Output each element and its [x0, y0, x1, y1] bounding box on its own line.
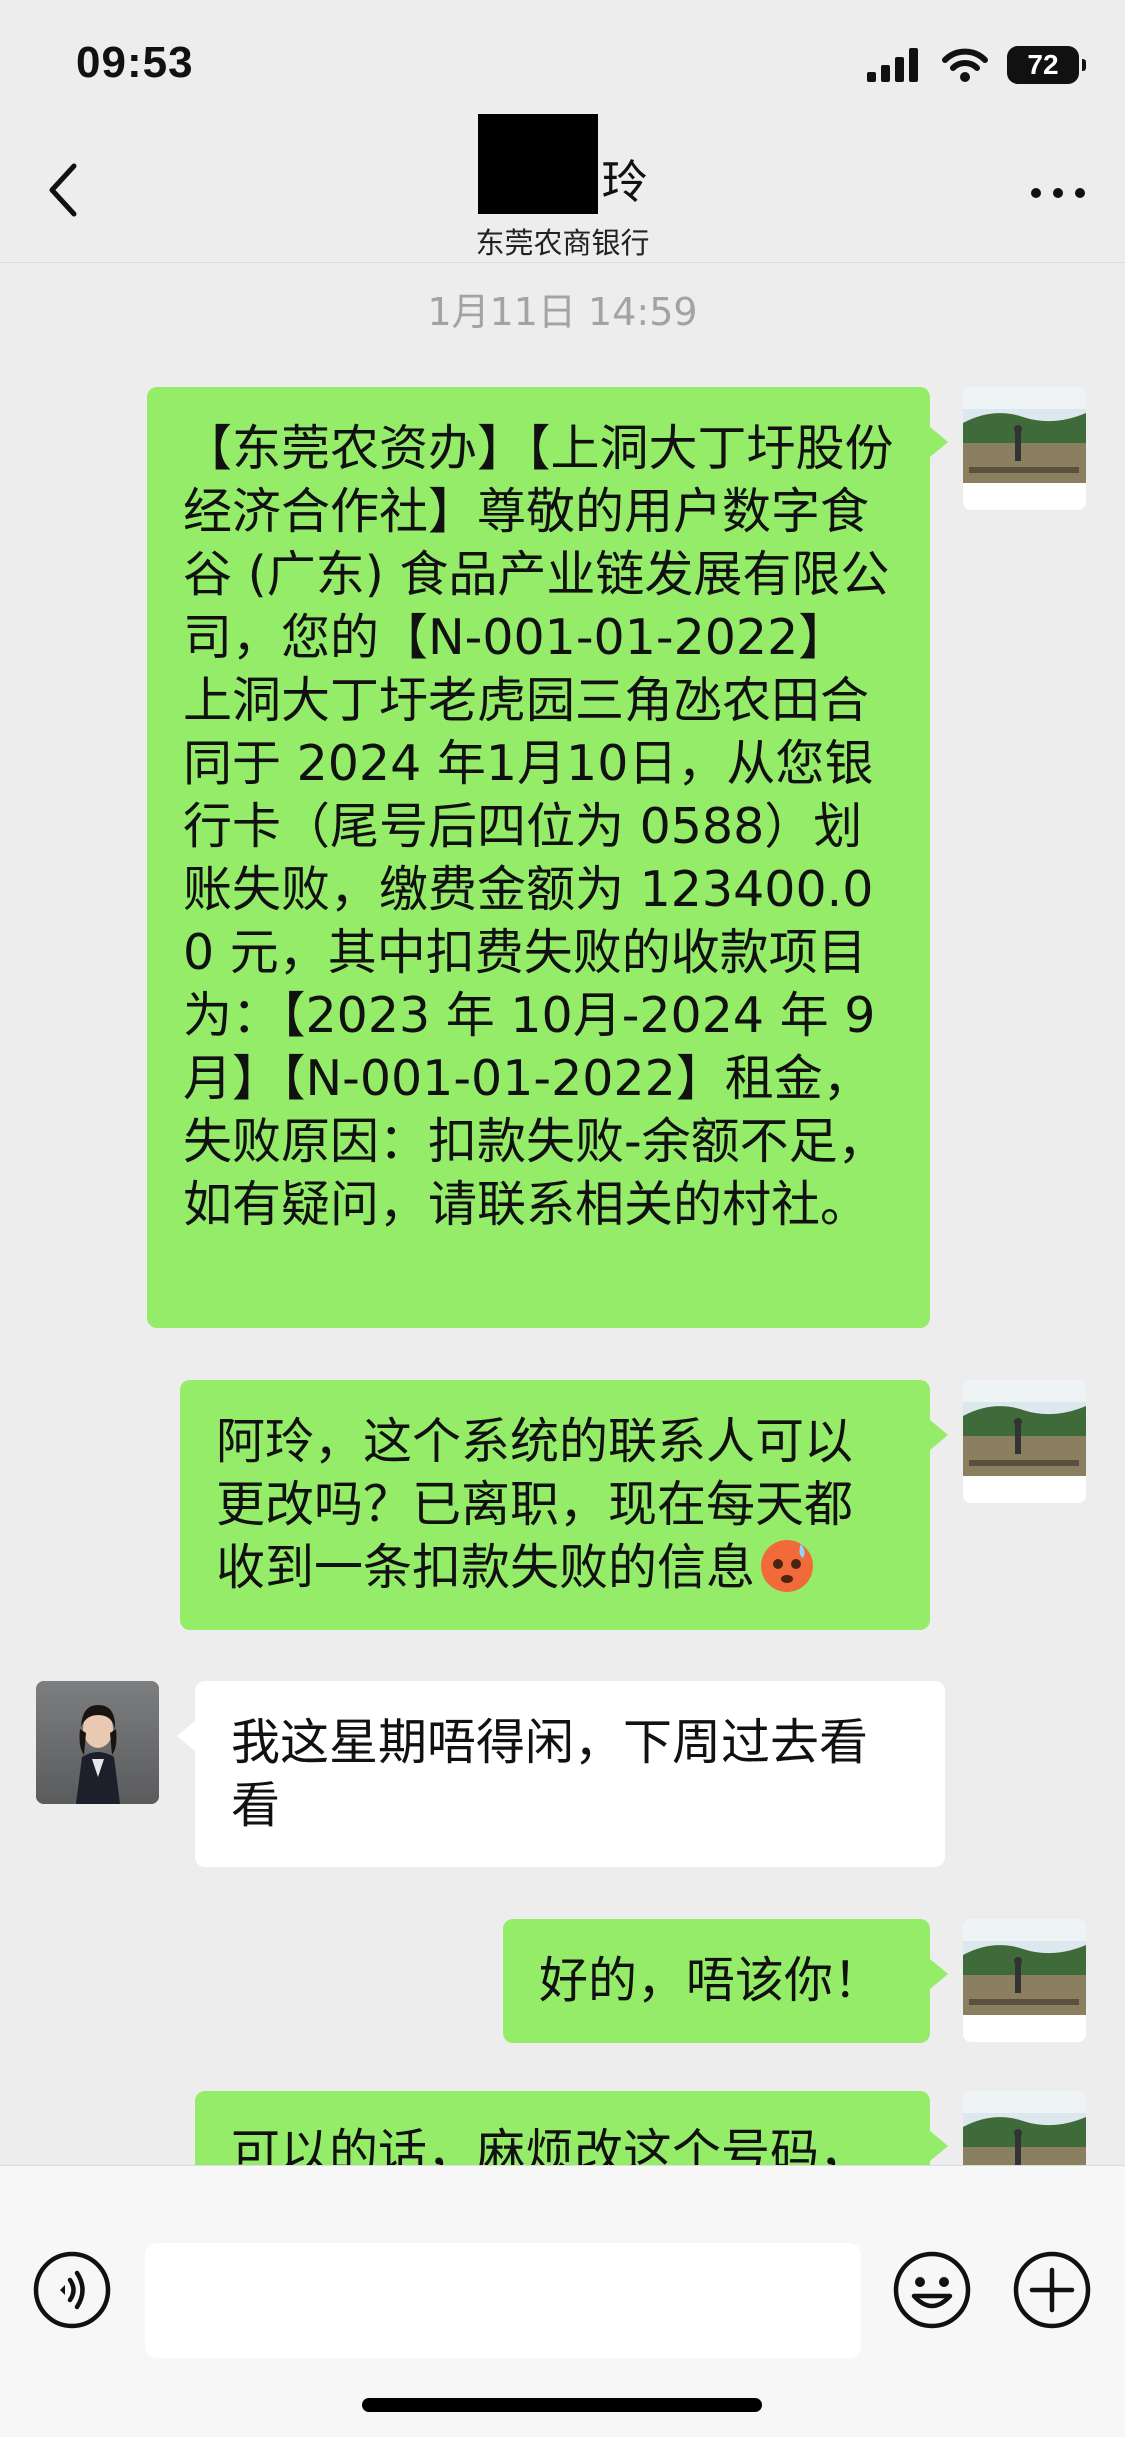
avatar-landscape-image	[963, 1380, 1086, 1503]
anxious-face-emoji-icon	[761, 1540, 814, 1592]
my-avatar[interactable]	[963, 1919, 1086, 2042]
battery-level: 72	[1027, 49, 1059, 80]
chat-title: 玲 东莞农商银行	[0, 114, 1125, 262]
message-text: 【东莞农资办】【上洞大丁圩股份经济合作社】尊敬的用户数字食谷 (广东) 食品产业…	[183, 420, 894, 1233]
message-bubble-outgoing[interactable]: 阿玲，这个系统的联系人可以更改吗？已离职，现在每天都收到一条扣款失败的信息	[180, 1380, 948, 1630]
message-text: 阿玲，这个系统的联系人可以更改吗？已离职，现在每天都收到一条扣款失败的信息	[216, 1413, 854, 1596]
message-text: 我这星期唔得闲，下周过去看看	[231, 1714, 869, 1834]
my-avatar[interactable]	[963, 1380, 1086, 1503]
contact-subtitle: 东莞农商银行	[475, 226, 650, 260]
battery-indicator: 72	[1007, 46, 1086, 84]
avatar-landscape-image	[963, 387, 1086, 510]
chat-input-bar	[0, 2165, 1125, 2437]
wifi-icon	[942, 48, 988, 82]
plus-circle-icon[interactable]	[1012, 2250, 1092, 2330]
message-timestamp: 1月11日 14:59	[427, 290, 698, 334]
chat-header: 玲 东莞农商银行	[0, 110, 1125, 263]
avatar-person-image	[36, 1681, 159, 1804]
message-bubble-incoming[interactable]: 我这星期唔得闲，下周过去看看	[177, 1681, 945, 1867]
home-indicator[interactable]	[362, 2398, 762, 2412]
message-text: 可以的话，麻烦改这个号码，	[231, 2124, 869, 2165]
avatar-landscape-image	[963, 1919, 1086, 2042]
message-bubble-outgoing[interactable]: 好的，唔该你！	[503, 1919, 948, 2043]
my-avatar[interactable]	[963, 387, 1086, 510]
contact-avatar[interactable]	[36, 1681, 159, 1804]
status-icons: 72	[867, 46, 1086, 84]
status-time: 09:53	[76, 38, 194, 87]
message-text: 好的，唔该你！	[539, 1952, 883, 2009]
signal-icon	[867, 48, 918, 82]
redacted-name-block	[477, 114, 598, 214]
contact-name: 玲	[601, 155, 648, 209]
chat-messages[interactable]: 1月11日 14:59 【东莞农资办】【上洞大丁圩股份经济合作社】尊敬的用户数字…	[0, 263, 1125, 2165]
emoji-smile-icon[interactable]	[892, 2250, 972, 2330]
avatar-landscape-image	[963, 2091, 1086, 2165]
voice-input-icon[interactable]	[32, 2250, 112, 2330]
message-bubble-outgoing[interactable]: 可以的话，麻烦改这个号码，	[195, 2091, 948, 2165]
message-bubble-outgoing[interactable]: 【东莞农资办】【上洞大丁圩股份经济合作社】尊敬的用户数字食谷 (广东) 食品产业…	[147, 387, 948, 1328]
my-avatar[interactable]	[963, 2091, 1086, 2165]
message-input[interactable]	[145, 2243, 861, 2358]
more-options-icon[interactable]	[1031, 188, 1085, 198]
